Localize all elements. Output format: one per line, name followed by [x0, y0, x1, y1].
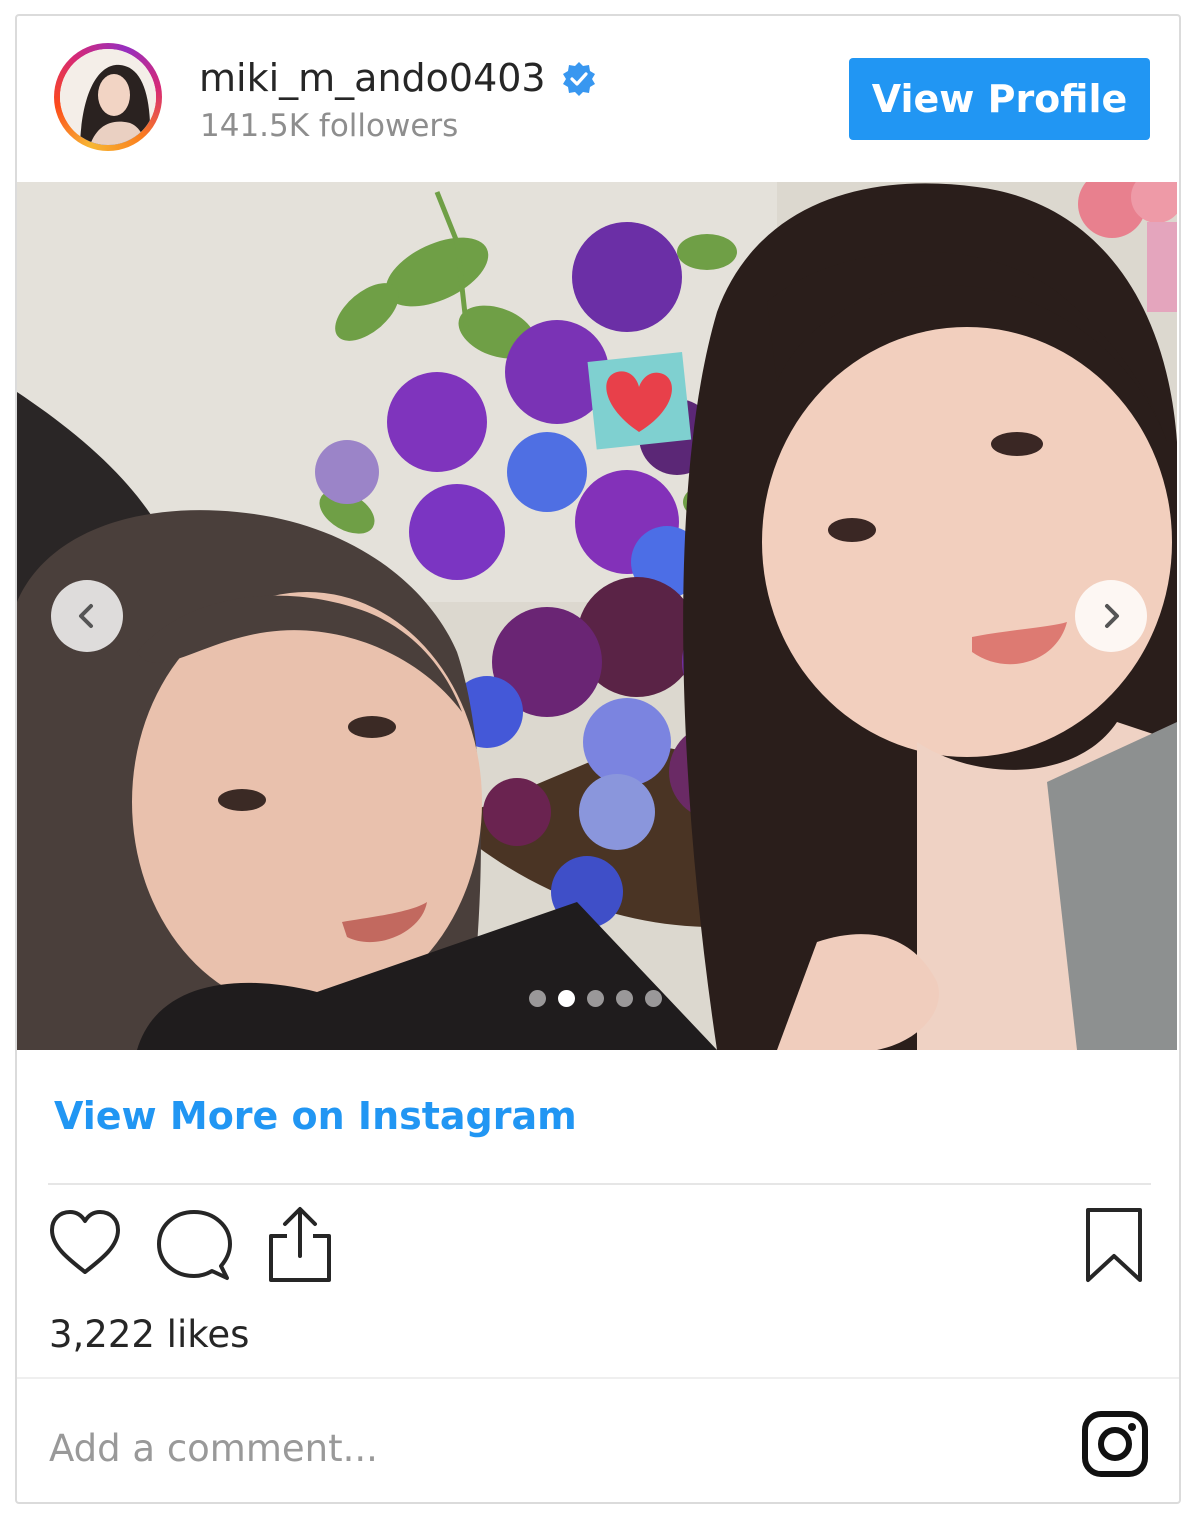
carousel-dot — [616, 990, 633, 1007]
comment-icon[interactable] — [155, 1208, 233, 1284]
divider — [17, 1377, 1179, 1379]
carousel-dot — [645, 990, 662, 1007]
carousel-next-button[interactable] — [1075, 580, 1147, 652]
view-more-link[interactable]: View More on Instagram — [54, 1094, 577, 1138]
carousel-dot-active — [558, 990, 575, 1007]
like-count: 3,222 likes — [49, 1313, 250, 1356]
divider — [48, 1183, 1151, 1185]
follower-count: 141.5K followers — [200, 108, 459, 144]
view-profile-button[interactable]: View Profile — [849, 58, 1150, 140]
comment-input[interactable] — [49, 1420, 1009, 1476]
instagram-logo-icon[interactable] — [1081, 1410, 1149, 1478]
instagram-embed-card: miki_m_ando0403 141.5K followers View Pr… — [15, 14, 1181, 1504]
share-icon[interactable] — [265, 1204, 335, 1284]
chevron-left-icon — [79, 604, 93, 628]
avatar[interactable] — [54, 43, 162, 151]
bookmark-icon[interactable] — [1083, 1206, 1145, 1284]
avatar-image — [60, 49, 156, 145]
post-photo[interactable] — [17, 182, 1177, 1050]
heart-icon[interactable] — [47, 1208, 123, 1278]
carousel-dot — [587, 990, 604, 1007]
chevron-right-icon — [1105, 604, 1119, 628]
carousel-dot — [529, 990, 546, 1007]
username[interactable]: miki_m_ando0403 — [199, 56, 546, 100]
carousel-indicator — [529, 990, 662, 1007]
photo-image — [17, 182, 1177, 1050]
carousel-prev-button[interactable] — [51, 580, 123, 652]
verified-badge-icon — [563, 62, 595, 96]
post-header: miki_m_ando0403 141.5K followers View Pr… — [17, 16, 1179, 182]
